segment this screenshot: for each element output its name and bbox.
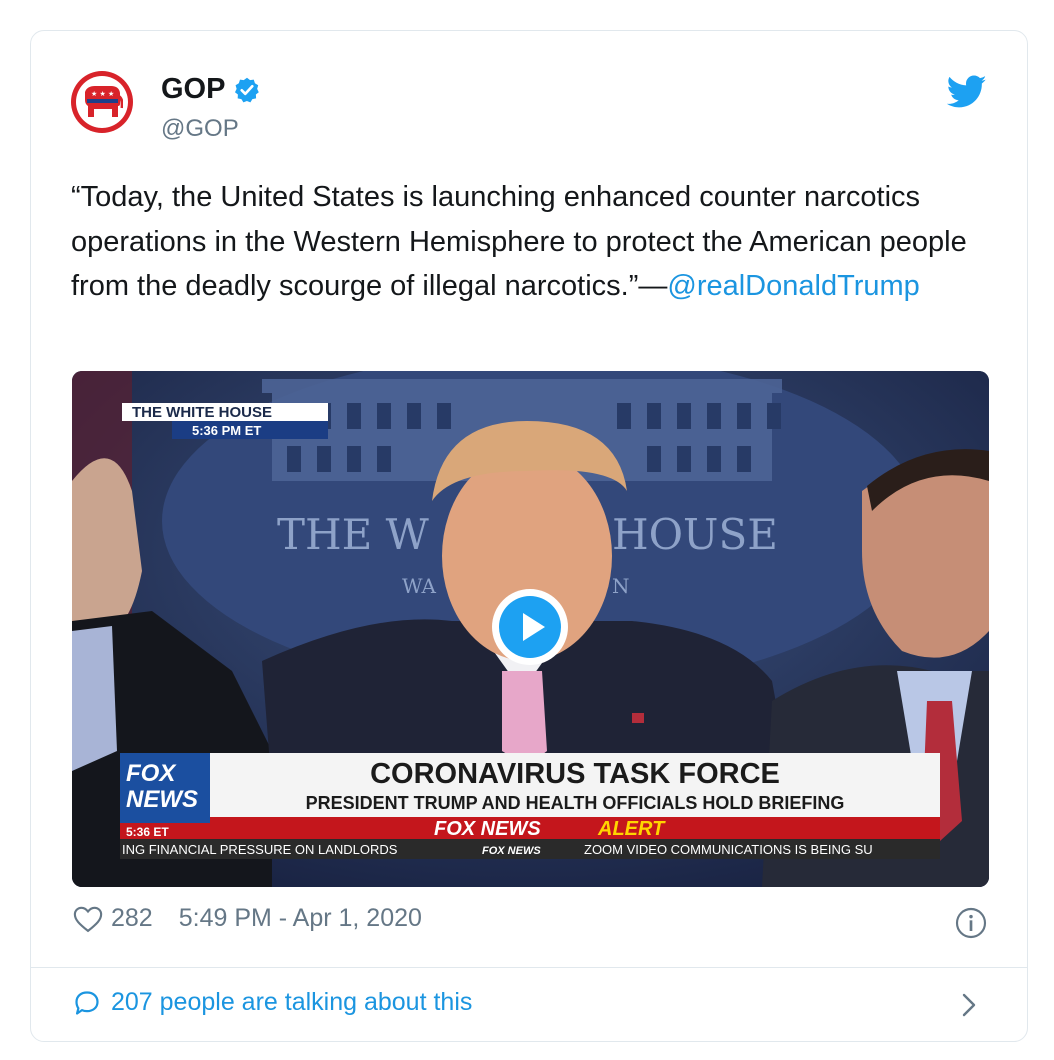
conversation-link[interactable]: 207 people are talking about this <box>73 988 472 1017</box>
ticker-right: ZOOM VIDEO COMMUNICATIONS IS BEING SU <box>584 842 873 857</box>
avatar[interactable]: ★ ★ ★ <box>71 71 133 133</box>
video-thumbnail[interactable]: THE W HOUSE WA N THE WHITE HOUSE 5:36 PM… <box>72 371 989 887</box>
headline: CORONAVIRUS TASK FORCE <box>370 758 780 790</box>
info-icon[interactable] <box>955 907 987 939</box>
elephant-logo-icon: ★ ★ ★ <box>85 86 123 117</box>
location-label: THE WHITE HOUSE <box>132 404 272 421</box>
talking-count[interactable]: 207 people are talking about this <box>111 988 472 1017</box>
ticker-left: ING FINANCIAL PRESSURE ON LANDLORDS <box>122 842 398 857</box>
play-button-icon[interactable] <box>490 587 570 667</box>
chevron-right-icon[interactable] <box>957 991 981 1019</box>
backdrop-text-small-left: WA <box>402 574 437 598</box>
twitter-bird-icon[interactable] <box>947 75 987 109</box>
subheadline: PRESIDENT TRUMP AND HEALTH OFFICIALS HOL… <box>306 793 845 813</box>
like-count[interactable]: 282 <box>111 904 153 933</box>
heart-icon[interactable] <box>73 905 103 933</box>
backdrop-text-right: HOUSE <box>612 510 778 559</box>
fox-logo-top: FOX <box>126 760 177 787</box>
alert-suffix: ALERT <box>597 818 666 840</box>
verified-badge-icon <box>235 77 260 102</box>
timestamp[interactable]: 5:49 PM - Apr 1, 2020 <box>179 904 422 933</box>
tweet-meta: 282 5:49 PM - Apr 1, 2020 <box>73 904 422 933</box>
embedded-tweet-card: ★ ★ ★ GOP @GOP “Today, the United States… <box>30 30 1028 1042</box>
tweet-text: “Today, the United States is launching e… <box>71 175 991 309</box>
author-handle[interactable]: @GOP <box>161 115 239 143</box>
mention-link[interactable]: @realDonaldTrump <box>667 270 919 302</box>
backdrop-text-left: THE W <box>277 510 430 559</box>
alert-prefix: FOX NEWS <box>434 818 541 840</box>
author-name[interactable]: GOP <box>161 73 225 106</box>
ticker-logo: FOX NEWS <box>482 845 541 857</box>
location-time: 5:36 PM ET <box>192 423 261 438</box>
speech-bubble-icon <box>75 990 99 1015</box>
divider <box>31 967 1027 968</box>
svg-text:★ ★ ★: ★ ★ ★ <box>91 90 114 98</box>
fox-time: 5:36 ET <box>126 825 169 839</box>
fox-logo-bottom: NEWS <box>126 786 198 813</box>
backdrop-text-small-right: N <box>612 574 630 598</box>
